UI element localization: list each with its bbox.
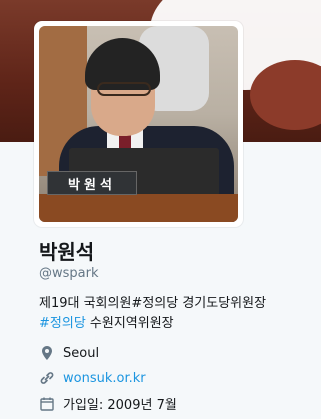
profile-url-link[interactable]: wonsuk.or.kr <box>63 371 146 386</box>
avatar-glasses <box>97 82 151 96</box>
calendar-icon <box>39 396 55 412</box>
joined-text: 가입일: 2009년 7월 <box>63 398 177 413</box>
avatar-frame[interactable]: 박원석 <box>34 21 243 227</box>
link-icon <box>39 370 55 386</box>
avatar-nameplate: 박원석 <box>47 171 137 195</box>
location-text: Seoul <box>63 345 100 361</box>
profile-name[interactable]: 박원석 <box>39 236 94 265</box>
url-row: wonsuk.or.kr <box>39 370 146 386</box>
joined-row: 가입일: 2009년 7월 <box>39 394 177 413</box>
profile-bio: 제19대 국회의원#정의당 경기도당위원장 #정의당 수원지역위원장 <box>39 294 319 334</box>
avatar-desk <box>39 194 238 222</box>
bio-line-2: #정의당 수원지역위원장 <box>39 314 319 334</box>
bio-line-2-text: 수원지역위원장 <box>85 316 174 331</box>
avatar[interactable]: 박원석 <box>39 26 238 222</box>
bio-line-1: 제19대 국회의원#정의당 경기도당위원장 <box>39 296 267 311</box>
bio-hashtag-link[interactable]: #정의당 <box>39 316 86 331</box>
location-row: Seoul <box>39 345 99 361</box>
profile-handle[interactable]: @wspark <box>39 266 99 281</box>
map-pin-icon <box>39 345 55 361</box>
